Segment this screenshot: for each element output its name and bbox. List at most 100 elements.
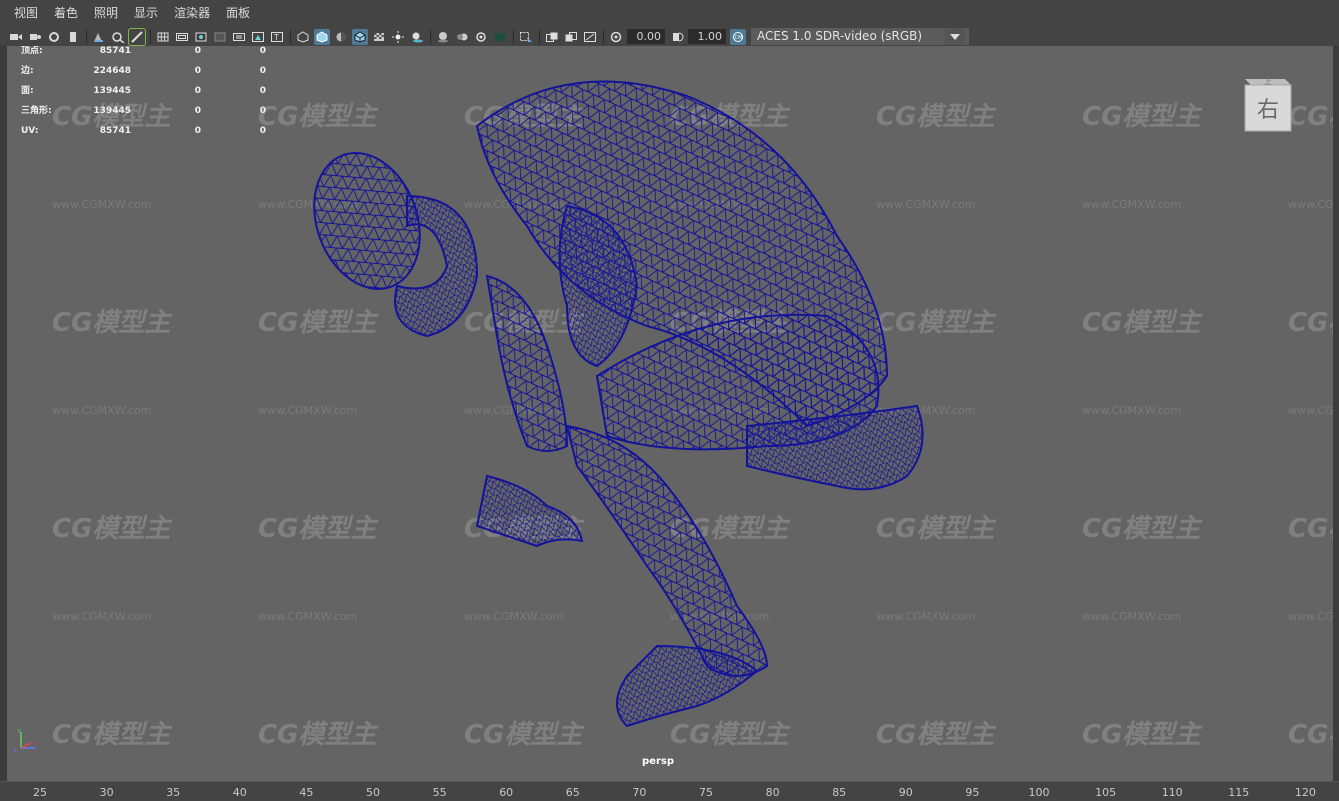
menu-lighting[interactable]: 照明: [86, 0, 126, 27]
hud-stat-label: 边:: [21, 66, 34, 76]
exposure-icon[interactable]: [608, 29, 624, 45]
screen-space-ao-icon[interactable]: [435, 29, 451, 45]
toolbar-divider: [86, 29, 87, 44]
camera-gate-icon[interactable]: [128, 27, 146, 46]
hud-stat-ref: 0: [259, 106, 266, 116]
film-gate-icon[interactable]: [174, 29, 190, 45]
hud-stat-total: 139445: [93, 86, 131, 96]
xray-active-components-icon[interactable]: [563, 29, 579, 45]
toolbar-divider: [603, 29, 604, 44]
timeline-tick-label: 100: [1028, 786, 1050, 799]
viewcube-face-label: 右: [1257, 98, 1279, 123]
gamma-field[interactable]: 1.00: [688, 29, 726, 44]
menu-show[interactable]: 显示: [126, 0, 166, 27]
svg-text:z: z: [14, 748, 17, 754]
hud-stat-ref: 0: [259, 86, 266, 96]
toolbar-divider: [290, 29, 291, 44]
svg-text:T: T: [273, 33, 279, 42]
toolbar-divider: [430, 29, 431, 44]
menu-panels[interactable]: 面板: [218, 0, 258, 27]
grid-icon[interactable]: [155, 29, 171, 45]
hud-stat-label: 三角形:: [21, 106, 52, 116]
camera-name-label: persp: [642, 756, 674, 767]
panel-toolbar: T 0.00 1.00 CM ACES 1.0 SDR-video (sRGB): [0, 27, 1339, 47]
exposure-field[interactable]: 0.00: [627, 29, 665, 44]
shadows-icon[interactable]: [409, 29, 425, 45]
grease-pencil-icon[interactable]: [91, 29, 107, 45]
select-camera-icon[interactable]: [8, 29, 24, 45]
hud-stat-label: UV:: [21, 126, 39, 136]
bookmarks-icon[interactable]: [46, 29, 62, 45]
hud-stat-label: 顶点:: [21, 46, 43, 56]
timeline-tick-label: 110: [1161, 786, 1183, 799]
timeline-tick-label: 105: [1095, 786, 1117, 799]
timeline-tick-label: 40: [232, 786, 247, 799]
hud-stat-ref: 0: [259, 46, 266, 56]
chevron-down-icon: [945, 28, 965, 45]
isolate-select-icon[interactable]: [518, 29, 534, 45]
xray-joints-icon[interactable]: [582, 29, 598, 45]
gate-mask-icon[interactable]: [212, 29, 228, 45]
timeline-tick-label: 60: [499, 786, 514, 799]
view-transform-dropdown[interactable]: ACES 1.0 SDR-video (sRGB): [751, 28, 969, 45]
hud-stat-total: 85741: [99, 126, 131, 136]
hud-stat-total: 224648: [93, 66, 131, 76]
hud-stat-selected: 0: [194, 86, 201, 96]
time-slider[interactable]: 25 30 35 40 45 50 55 60 65 70 75 80 85 90 95 100 105 110 1…: [0, 781, 1339, 801]
3d-viewport[interactable]: CG模型主 www.CGMXW.com CG模型主 www.CGMXW.com CG模型…: [7, 46, 1333, 781]
smooth-shade-icon[interactable]: [314, 28, 330, 45]
default-material-icon[interactable]: [333, 29, 349, 45]
viewcube[interactable]: 上 右: [1241, 73, 1293, 135]
toolbar-divider: [150, 29, 151, 44]
wireframe-model: [313, 80, 924, 728]
timeline-tick-label: 75: [699, 786, 713, 799]
toolbar-divider: [513, 29, 514, 44]
2d-pan-zoom-icon[interactable]: [110, 29, 126, 45]
wireframe-on-shaded-icon[interactable]: [352, 28, 368, 45]
hud-stat-label: 面:: [21, 86, 34, 96]
timeline-tick-label: 25: [33, 786, 47, 799]
textured-icon[interactable]: [371, 29, 387, 45]
multisample-aa-icon[interactable]: [473, 29, 489, 45]
hud-stat-total: 85741: [99, 46, 131, 56]
hud-stat-selected: 0: [194, 126, 201, 136]
safe-title-icon[interactable]: T: [269, 29, 285, 45]
timeline-tick-label: 115: [1228, 786, 1250, 799]
timeline-tick-label: 85: [832, 786, 847, 799]
menu-shading[interactable]: 着色: [46, 0, 86, 27]
color-management-toggle-icon[interactable]: CM: [730, 28, 746, 45]
timeline-tick-label: 65: [565, 786, 580, 799]
motion-blur-icon[interactable]: [454, 29, 470, 45]
timeline-tick-label: 50: [366, 786, 380, 799]
toolbar-divider: [539, 29, 540, 44]
camera-attributes-icon[interactable]: [27, 29, 43, 45]
safe-action-icon[interactable]: [250, 29, 266, 45]
timeline-tick-label: 80: [765, 786, 780, 799]
svg-text:CM: CM: [735, 35, 743, 41]
gamma-icon[interactable]: [669, 29, 685, 45]
axis-gizmo: y z x: [14, 728, 38, 754]
field-chart-icon[interactable]: [231, 29, 247, 45]
timeline-tick-label: 30: [99, 786, 114, 799]
view-transform-value: ACES 1.0 SDR-video (sRGB): [757, 29, 923, 43]
timeline-tick-label: 120: [1294, 786, 1316, 799]
xray-icon[interactable]: [544, 29, 560, 45]
depth-of-field-icon[interactable]: [492, 29, 508, 45]
hud-stat-selected: 0: [194, 66, 201, 76]
timeline-tick-label: 35: [166, 786, 181, 799]
use-all-lights-icon[interactable]: [390, 29, 406, 45]
timeline-tick-label: 95: [965, 786, 980, 799]
resolution-gate-icon[interactable]: [193, 29, 209, 45]
timeline-tick-label: 90: [898, 786, 913, 799]
menu-renderer[interactable]: 渲染器: [166, 0, 218, 27]
timeline-tick-label: 45: [299, 786, 314, 799]
panel-menubar: 视图 着色 照明 显示 渲染器 面板: [0, 0, 1339, 27]
menu-view[interactable]: 视图: [0, 0, 46, 27]
hud-stat-ref: 0: [259, 66, 266, 76]
hud-stat-selected: 0: [194, 106, 201, 116]
hud-stat-selected: 0: [194, 46, 201, 56]
svg-text:y: y: [18, 728, 21, 734]
timeline-tick-label: 55: [432, 786, 447, 799]
wireframe-icon[interactable]: [295, 29, 311, 45]
image-plane-icon[interactable]: [65, 29, 81, 45]
